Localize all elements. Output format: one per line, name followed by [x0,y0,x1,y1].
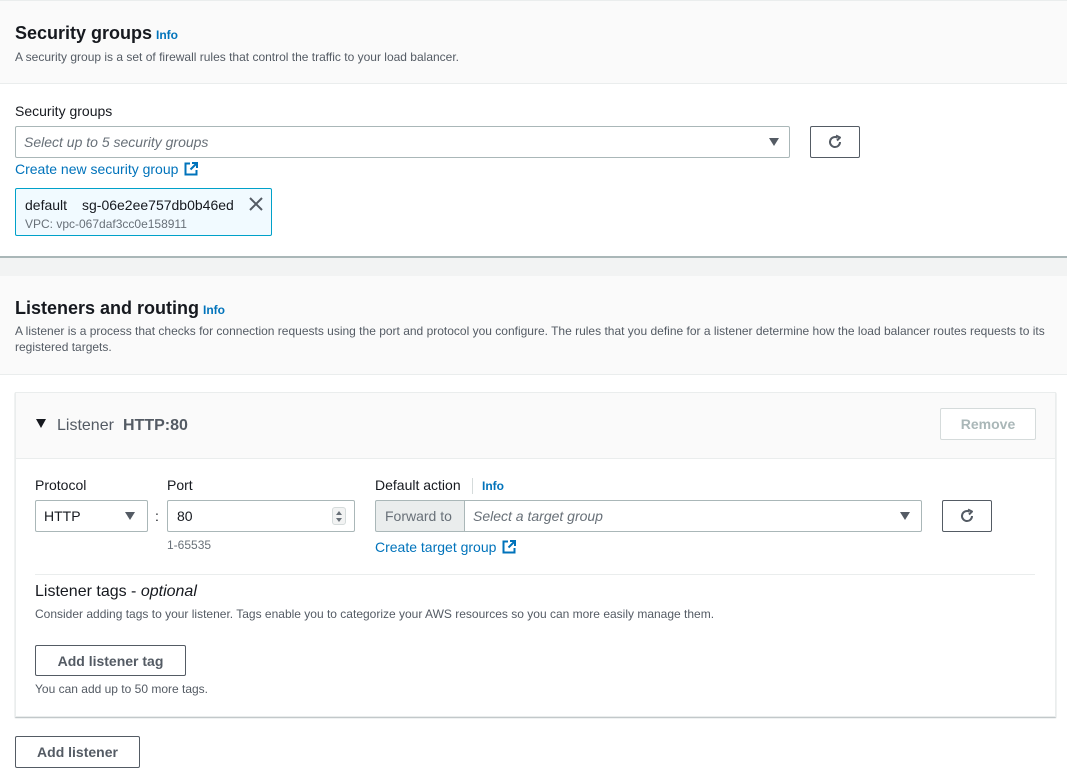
protocol-port-separator: : [155,508,159,524]
target-group-placeholder: Select a target group [473,508,603,524]
listener-card-header[interactable]: Listener HTTP:80 Remove [16,393,1055,459]
listeners-description: A listener is a process that checks for … [15,324,1045,354]
security-groups-header: Security groups Info A security group is… [0,0,1067,84]
listeners-info-link[interactable]: Info [203,303,225,317]
label-divider [472,478,473,494]
remove-listener-button[interactable]: Remove [940,408,1036,440]
port-value: 80 [177,508,193,524]
add-listener-button[interactable]: Add listener [15,736,140,768]
external-link-icon [502,540,517,554]
add-listener-tag-button[interactable]: Add listener tag [35,645,186,676]
listener-tags-optional: optional [140,583,197,600]
section-divider [0,256,1067,276]
security-groups-title: Security groups [15,23,153,43]
port-label: Port [167,477,193,493]
listener-tags-title-text: Listener tags - [35,583,141,600]
refresh-icon [961,508,974,522]
tags-limit-hint: You can add up to 50 more tags. [35,682,209,696]
default-action-label: Default action [375,477,461,493]
caret-down-icon [125,512,135,520]
listener-tags-description: Consider adding tags to your listener. T… [35,607,715,621]
listener-label: Listener [57,417,114,434]
close-icon[interactable] [248,196,264,212]
caret-down-icon [900,512,910,520]
external-link-icon [184,162,199,176]
tags-divider [35,574,1035,575]
port-range-hint: 1-65535 [167,538,212,552]
create-target-group-link[interactable]: Create target group [375,539,517,555]
listener-tags-title: Listener tags - optional [35,583,197,601]
security-groups-info-link[interactable]: Info [156,28,178,42]
protocol-select[interactable]: HTTP [35,500,148,532]
token-id: sg-06e2ee757db0b46ed [82,197,234,213]
caret-down-icon [769,138,779,146]
create-security-group-label: Create new security group [15,161,179,177]
listeners-title: Listeners and routing [15,298,200,318]
listeners-header: Listeners and routing Info A listener is… [0,276,1067,375]
caret-down-icon[interactable] [36,419,46,428]
port-stepper[interactable] [332,507,346,525]
protocol-value: HTTP [44,508,81,524]
selected-security-group-token: default sg-06e2ee757db0b46ed VPC: vpc-06… [15,188,272,236]
token-name: default [25,197,68,213]
refresh-target-groups-button[interactable] [942,500,992,532]
target-group-select[interactable]: Select a target group [464,500,922,532]
refresh-icon [829,134,842,148]
refresh-security-groups-button[interactable] [810,126,860,158]
security-groups-select-placeholder: Select up to 5 security groups [24,134,209,150]
port-input[interactable]: 80 [167,500,355,532]
default-action-info-link[interactable]: Info [482,479,504,493]
security-groups-select[interactable]: Select up to 5 security groups [15,126,790,158]
create-security-group-link[interactable]: Create new security group [15,161,199,177]
protocol-label: Protocol [35,477,87,493]
listener-name: HTTP:80 [123,417,188,434]
security-groups-field-label: Security groups [15,103,113,119]
create-target-group-label: Create target group [375,539,497,555]
security-groups-description: A security group is a set of firewall ru… [15,50,460,64]
forward-to-label: Forward to [375,500,465,532]
token-vpc: VPC: vpc-067daf3cc0e158911 [25,217,187,231]
